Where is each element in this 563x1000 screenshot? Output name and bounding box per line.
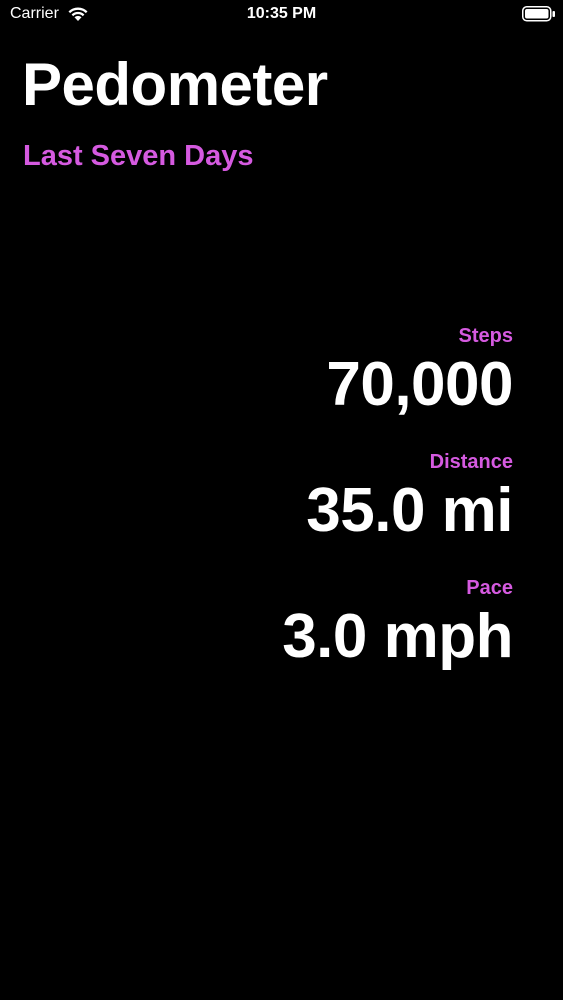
status-time: 10:35 PM [246,5,317,22]
steps-metric: Steps 70,000 [113,322,513,420]
metrics-panel: Steps 70,000 Distance 35.0 mi Pace 3.0 m… [113,322,513,672]
battery-icon [522,6,556,22]
steps-value: 70,000 [326,350,513,419]
page-title: Pedometer [22,51,328,118]
pace-value: 3.0 mph [282,602,513,671]
steps-label: Steps [458,325,513,347]
status-bar: Carrier 10:35 PM [0,0,563,30]
page-subtitle: Last Seven Days [23,140,254,172]
distance-value: 35.0 mi [306,476,513,545]
pace-metric: Pace 3.0 mph [113,574,513,672]
distance-label: Distance [429,451,513,473]
pace-label: Pace [466,577,513,599]
distance-metric: Distance 35.0 mi [113,448,513,546]
